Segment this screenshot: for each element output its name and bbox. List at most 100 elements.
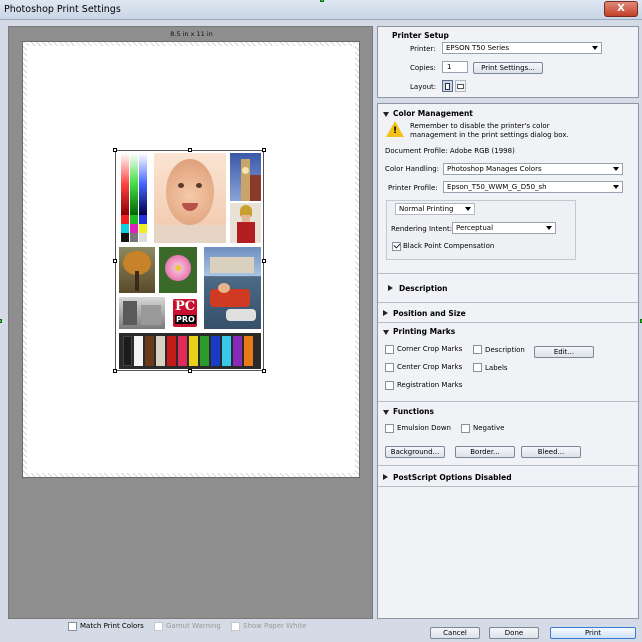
collapse-arrow-icon[interactable] [383, 330, 389, 335]
print-settings-button[interactable]: Print Settings... [473, 62, 543, 74]
resize-handle-e[interactable] [262, 259, 266, 263]
registration-label: Registration Marks [397, 381, 463, 389]
title-bar: Photoshop Print Settings X [0, 0, 642, 20]
printer-select[interactable]: EPSON T50 Series [442, 42, 602, 54]
boats-photo [204, 247, 261, 329]
color-handling-value: Photoshop Manages Colors [447, 165, 542, 173]
settings-panel[interactable]: Color Management ! Remember to disable t… [377, 103, 640, 619]
rendering-intent-label: Rendering Intent: [391, 225, 453, 233]
divider [378, 465, 640, 466]
border-button[interactable]: Border... [455, 446, 515, 458]
layout-label: Layout: [410, 83, 437, 91]
resize-handle-n[interactable] [188, 148, 192, 152]
warning-text-line1: Remember to disable the printer's color [410, 122, 550, 130]
chevron-down-icon [546, 226, 552, 230]
portrait-layout-icon[interactable] [442, 80, 453, 92]
document-profile: Document Profile: Adobe RGB (1998) [385, 147, 515, 155]
print-button[interactable]: Print [550, 627, 636, 639]
labels-checkbox[interactable] [473, 363, 482, 372]
page-size-label: 8.5 in x 11 in [170, 30, 213, 38]
big-ben-photo [230, 153, 261, 201]
labels-label: Labels [485, 364, 508, 372]
emulsion-down-checkbox[interactable] [385, 424, 394, 433]
negative-checkbox[interactable] [461, 424, 470, 433]
printer-profile-value: Epson_T50_WWM_G_D50_sh [447, 183, 547, 191]
printing-marks-heading: Printing Marks [393, 327, 456, 336]
resize-handle-se[interactable] [262, 369, 266, 373]
negative-label: Negative [473, 424, 505, 432]
color-management-heading: Color Management [393, 109, 473, 118]
landscape-layout-icon[interactable] [455, 80, 466, 92]
center-crop-checkbox[interactable] [385, 363, 394, 372]
margin-hatch-top [23, 42, 359, 46]
baby-photo [154, 153, 226, 243]
emulsion-down-label: Emulsion Down [397, 424, 451, 432]
copies-input[interactable]: 1 [442, 61, 468, 73]
expand-arrow-icon[interactable] [383, 310, 388, 316]
resize-handle-s[interactable] [188, 369, 192, 373]
chevron-down-icon [613, 167, 619, 171]
gamut-warning-label: Gamut Warning [166, 622, 221, 630]
expand-arrow-icon[interactable] [383, 474, 388, 480]
resize-handle-w[interactable] [113, 259, 117, 263]
printer-setup-heading: Printer Setup [392, 31, 449, 40]
edit-button[interactable]: Edit... [534, 346, 594, 358]
resize-handle-top[interactable] [320, 0, 324, 2]
street-photo [119, 297, 165, 329]
collapse-arrow-icon[interactable] [383, 410, 389, 415]
position-size-heading[interactable]: Position and Size [393, 309, 466, 318]
match-print-colors-label: Match Print Colors [80, 622, 144, 630]
rendering-intent-value: Perceptual [456, 224, 494, 232]
margin-hatch-bottom [23, 473, 359, 477]
show-paper-white-label: Show Paper White [243, 622, 307, 630]
functions-heading: Functions [393, 407, 434, 416]
guard-photo [230, 203, 261, 243]
divider [378, 302, 640, 303]
printer-profile-select[interactable]: Epson_T50_WWM_G_D50_sh [443, 181, 623, 193]
print-image[interactable]: PC PRO [113, 148, 266, 373]
print-mode-select[interactable]: Normal Printing [395, 203, 475, 215]
warning-text-line2: management in the print settings dialog … [410, 131, 569, 139]
bottom-bar: Match Print Colors Gamut Warning Show Pa… [0, 619, 642, 642]
bleed-button[interactable]: Bleed... [521, 446, 581, 458]
printer-setup-panel: Printer Setup Printer: EPSON T50 Series … [377, 26, 639, 98]
printer-profile-label: Printer Profile: [388, 184, 438, 192]
color-handling-label: Color Handling: [385, 165, 440, 173]
chevron-down-icon [592, 46, 598, 50]
postscript-heading[interactable]: PostScript Options Disabled [393, 473, 512, 482]
print-mode-value: Normal Printing [399, 205, 454, 213]
threads-photo [119, 333, 261, 369]
window-title: Photoshop Print Settings [4, 4, 121, 15]
resize-handle-sw[interactable] [113, 369, 117, 373]
tree-photo [119, 247, 155, 293]
corner-crop-checkbox[interactable] [385, 345, 394, 354]
registration-checkbox[interactable] [385, 381, 394, 390]
rendering-intent-select[interactable]: Perceptual [452, 222, 556, 234]
print-preview-area: 8.5 in x 11 in PC PRO [8, 26, 373, 619]
resize-handle-nw[interactable] [113, 148, 117, 152]
flower-photo [159, 247, 197, 293]
divider [378, 322, 640, 323]
show-paper-white-checkbox [231, 622, 240, 631]
background-button[interactable]: Background... [385, 446, 445, 458]
done-button[interactable]: Done [489, 627, 539, 639]
warning-exclamation: ! [393, 126, 398, 136]
pc-pro-logo: PC PRO [171, 297, 199, 329]
resize-handle-ne[interactable] [262, 148, 266, 152]
printer-value: EPSON T50 Series [446, 44, 509, 52]
black-point-checkbox[interactable] [392, 242, 401, 251]
description-checkbox[interactable] [473, 345, 482, 354]
color-handling-select[interactable]: Photoshop Manages Colors [443, 163, 623, 175]
expand-arrow-icon[interactable] [388, 285, 393, 291]
description-heading[interactable]: Description [399, 284, 448, 293]
color-bars-image [119, 153, 150, 243]
resize-handle-left[interactable] [0, 319, 2, 323]
collapse-arrow-icon[interactable] [383, 112, 389, 117]
chevron-down-icon [465, 207, 471, 211]
divider [378, 486, 640, 487]
paper-preview: PC PRO [22, 41, 360, 478]
match-print-colors-checkbox[interactable] [68, 622, 77, 631]
center-crop-label: Center Crop Marks [397, 363, 463, 371]
close-icon[interactable]: X [604, 1, 638, 17]
cancel-button[interactable]: Cancel [430, 627, 480, 639]
